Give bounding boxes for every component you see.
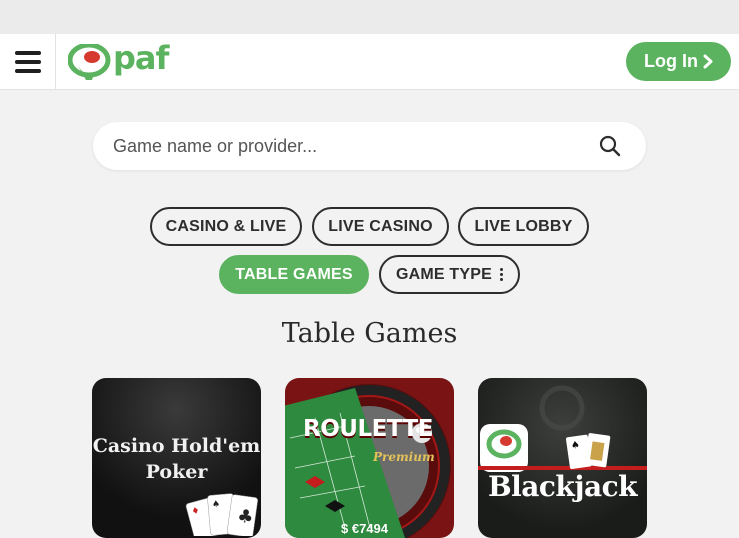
svg-text:♠: ♠ xyxy=(570,440,580,452)
site-header: paf Log In xyxy=(0,34,739,90)
logo-wordmark: paf xyxy=(113,39,169,77)
top-strip xyxy=(0,0,739,34)
filter-live-lobby[interactable]: LIVE LOBBY xyxy=(458,207,589,246)
menu-bar xyxy=(14,60,41,64)
filter-casino-and-live[interactable]: CASINO & LIVE xyxy=(150,207,302,246)
search-bar xyxy=(93,122,646,170)
game-title: Casino Hold'em Poker xyxy=(92,433,261,485)
paf-logo-mark-icon xyxy=(68,44,111,80)
playing-cards-icon: ♦ ♠ ♣ xyxy=(185,493,258,536)
menu-bar xyxy=(14,51,41,55)
jackpot-amount: $ €7494 xyxy=(341,521,388,536)
paf-badge-icon: ♠ xyxy=(478,385,647,472)
login-button[interactable]: Log In xyxy=(626,42,731,81)
game-card-roulette-premium[interactable]: ROULETTE Premium $ €7494 xyxy=(285,378,454,538)
more-vertical-icon xyxy=(500,268,504,281)
filter-label: LIVE LOBBY xyxy=(474,217,573,235)
filter-game-type-dropdown[interactable]: GAME TYPE xyxy=(379,255,520,294)
game-subtitle: Premium xyxy=(373,450,435,464)
search-input[interactable] xyxy=(93,122,583,170)
login-label: Log In xyxy=(644,51,698,71)
paf-logo[interactable]: paf xyxy=(68,39,169,80)
svg-text:♣: ♣ xyxy=(236,505,255,528)
svg-text:♠: ♠ xyxy=(212,500,221,511)
game-title-line: Poker xyxy=(145,461,208,483)
filter-label: CASINO & LIVE xyxy=(165,217,287,235)
game-title: Blackjack xyxy=(487,470,638,503)
filter-label: LIVE CASINO xyxy=(328,217,433,235)
hamburger-menu-button[interactable] xyxy=(0,34,56,90)
section-title: Table Games xyxy=(281,318,458,349)
menu-bar xyxy=(14,69,41,73)
chevron-right-icon xyxy=(703,54,713,69)
search-icon[interactable] xyxy=(599,135,621,157)
game-title-line: Casino Hold'em xyxy=(92,435,261,457)
game-card-blackjack[interactable]: ♠ Blackjack xyxy=(478,378,647,538)
game-title: ROULETTE xyxy=(303,416,433,442)
filter-label: TABLE GAMES xyxy=(235,265,353,283)
game-card-casino-holdem-poker[interactable]: Casino Hold'em Poker ♦ ♠ ♣ xyxy=(92,378,261,538)
filter-label: GAME TYPE xyxy=(395,265,493,283)
filter-live-casino[interactable]: LIVE CASINO xyxy=(312,207,449,246)
filter-table-games[interactable]: TABLE GAMES xyxy=(219,255,369,294)
